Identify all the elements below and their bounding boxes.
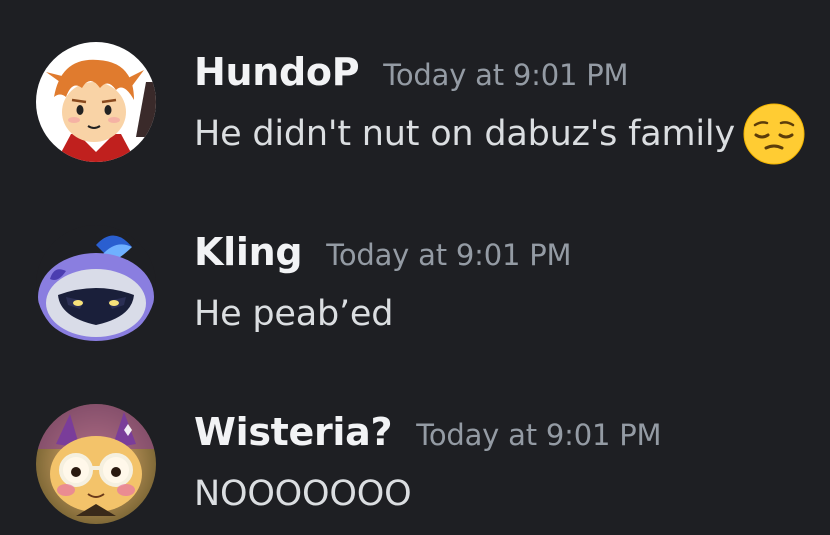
username[interactable]: Wisteria? [194,410,393,454]
timestamp: Today at 9:01 PM [326,238,572,272]
timestamp: Today at 9:01 PM [383,58,629,92]
avatar[interactable] [36,404,156,524]
message-list: HundoP Today at 9:01 PM He didn't nut on… [0,0,830,535]
message-item: HundoP Today at 9:01 PM He didn't nut on… [0,0,830,165]
message-text: He didn't nut on dabuz's family [194,114,735,154]
avatar-kling-image [36,225,156,345]
message-content: He didn't nut on dabuz's family [194,103,805,165]
avatar[interactable] [36,225,156,345]
username[interactable]: HundoP [194,50,360,94]
avatar-wisteria-image [36,404,156,524]
message-header: Kling Today at 9:01 PM [194,230,572,274]
message-content: He peab’ed [194,294,393,334]
message-content: NOOOOOOO [194,474,412,514]
avatar-hundop-image [36,42,156,162]
message-header: HundoP Today at 9:01 PM [194,50,629,94]
message-header: Wisteria? Today at 9:01 PM [194,410,662,454]
message-text: He peab’ed [194,294,394,334]
message-item: Wisteria? Today at 9:01 PM NOOOOOOO [0,360,830,524]
timestamp: Today at 9:01 PM [416,418,662,452]
username[interactable]: Kling [194,230,303,274]
avatar[interactable] [36,42,156,162]
message-text: NOOOOOOO [194,474,412,514]
message-item: Kling Today at 9:01 PM He peab’ed [0,180,830,345]
pensive-face-icon [743,103,805,165]
